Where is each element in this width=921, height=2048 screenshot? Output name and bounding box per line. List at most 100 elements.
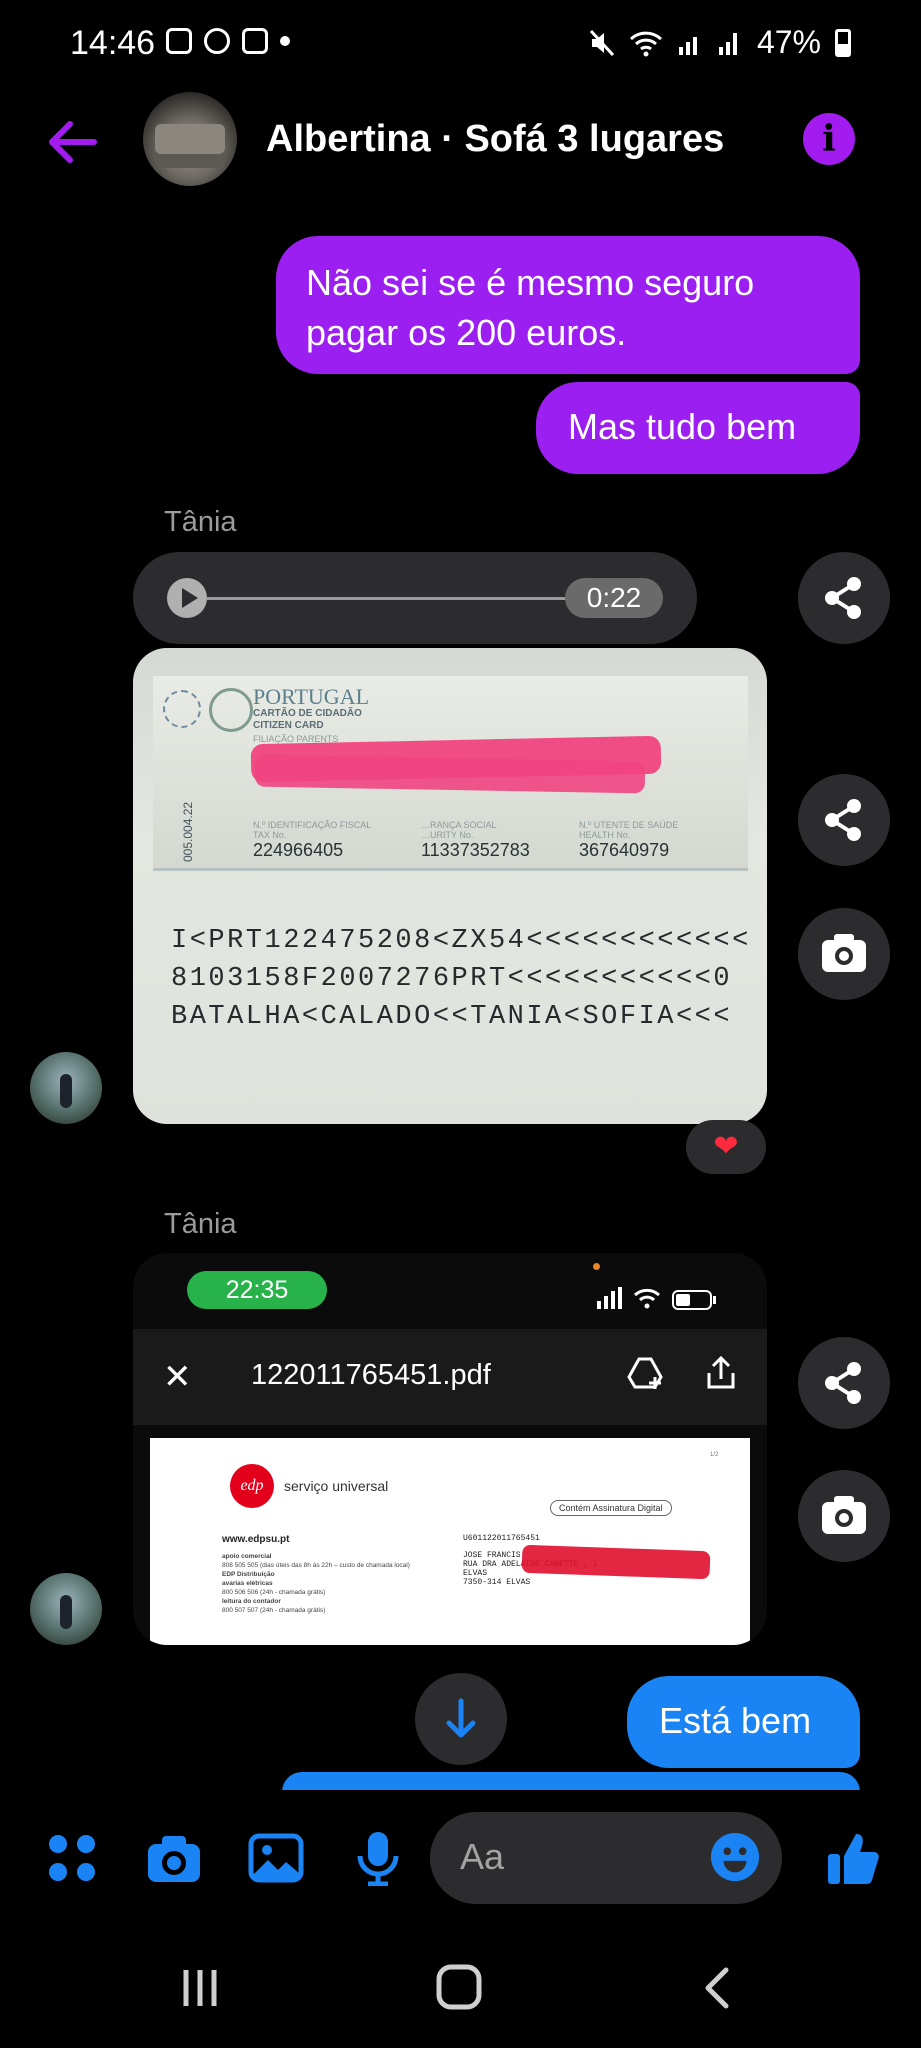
pdf-filename: 122011765451.pdf (251, 1359, 491, 1391)
outgoing-message[interactable]: Está bem (627, 1676, 860, 1768)
info-icon[interactable]: i (803, 113, 855, 165)
upload-share-icon (707, 1355, 735, 1389)
wifi-icon (629, 31, 662, 56)
card-type-en: CITIZEN CARD (253, 720, 324, 731)
contact-line: 800 507 507 (24h - chamada grátis) (222, 1607, 326, 1614)
contact-lines: apoio comercial 808 505 505 (dias úteis … (222, 1552, 410, 1615)
social-label: …RANÇA SOCIAL (421, 820, 497, 830)
contact-line: apoio comercial (222, 1553, 272, 1560)
message-input-placeholder: Aa (460, 1836, 505, 1877)
close-icon: ✕ (163, 1358, 192, 1396)
signal-icon (678, 36, 697, 55)
contact-line: leitura do contador (222, 1598, 281, 1605)
camera-button[interactable] (798, 908, 890, 1000)
battery-percent: 47% (756, 24, 821, 60)
conversation-title[interactable]: Albertina · Sofá 3 lugares (266, 118, 724, 161)
mrz-line: BATALHA<CALADO<<TANIA<SOFIA<<< (171, 1002, 733, 1032)
image-message-id-card[interactable]: PORTUGAL CARTÃO DE CIDADÃO CITIZEN CARD … (133, 648, 767, 1124)
mute-icon (589, 29, 615, 56)
scroll-to-bottom-button[interactable] (415, 1673, 507, 1765)
card-side-code: 005.004.22 (181, 801, 195, 862)
system-navigation-bar (0, 1940, 921, 2048)
audio-message[interactable]: 0:22 (133, 552, 697, 644)
redaction-mark (254, 754, 646, 794)
gallery-icon[interactable] (248, 1830, 304, 1886)
sender-name: Tânia (164, 506, 237, 538)
account-number: U601122011765451 (463, 1534, 540, 1543)
apps-menu-icon[interactable] (44, 1830, 100, 1886)
health-label-en: HEALTH No. (579, 830, 631, 840)
social-number: 11337352783 (421, 840, 530, 860)
drive-add-icon (627, 1357, 663, 1389)
home-icon[interactable] (434, 1962, 484, 2012)
status-bar: 14:46 47% (0, 0, 921, 86)
health-number: 367640979 (579, 840, 670, 860)
contact-line: EDP Distribuição (222, 1571, 275, 1578)
emoji-icon[interactable] (710, 1832, 760, 1882)
signature-badge: Contém Assinatura Digital (550, 1500, 672, 1516)
health-label: N.º UTENTE DE SAÚDE (579, 820, 679, 830)
contact-line: avarias elétricas (222, 1580, 273, 1587)
message-input[interactable]: Aa (430, 1812, 782, 1904)
sender-avatar[interactable] (30, 1052, 102, 1124)
page-number: 1/2 (710, 1452, 719, 1458)
privacy-dot-icon (593, 1263, 600, 1270)
status-time: 14:46 (70, 24, 156, 62)
tax-field: N.º IDENTIFICAÇÃO FISCAL TAX No. 2249664… (253, 820, 371, 861)
status-right: 47% (589, 24, 851, 61)
microphone-icon[interactable] (350, 1830, 406, 1886)
contact-line: 800 506 506 (24h - chamada grátis) (222, 1589, 326, 1596)
phone-status-time: 22:35 (187, 1271, 327, 1309)
contact-avatar[interactable] (143, 92, 237, 186)
card-front-top: PORTUGAL CARTÃO DE CIDADÃO CITIZEN CARD … (153, 676, 748, 871)
mrz-line: 8103158F2007276PRT<<<<<<<<<<<0 (171, 964, 733, 994)
health-field: N.º UTENTE DE SAÚDE HEALTH No. 367640979 (579, 820, 678, 861)
card-country: PORTUGAL (253, 684, 370, 709)
audio-progress-track[interactable] (207, 597, 599, 600)
tax-label-en: TAX No. (253, 830, 287, 840)
image-message-pdf[interactable]: 22:35 ✕ 122011765451.pdf 1/2 edp serviço… (133, 1253, 767, 1645)
card-type-pt: CARTÃO DE CIDADÃO (253, 708, 362, 719)
audio-duration: 0:22 (565, 578, 663, 618)
battery-icon (835, 28, 851, 57)
social-field: …RANÇA SOCIAL …URITY No. 11337352783 (421, 820, 530, 861)
camera-button[interactable] (798, 1470, 890, 1562)
signal-roaming-icon (718, 32, 737, 55)
recent-apps-icon[interactable] (176, 1964, 224, 2012)
back-nav-icon[interactable] (698, 1964, 738, 2012)
camera-icon[interactable] (146, 1830, 202, 1886)
share-button[interactable] (798, 552, 890, 644)
sender-avatar[interactable] (30, 1573, 102, 1645)
app-notification-icon (242, 28, 268, 54)
share-button[interactable] (798, 1337, 890, 1429)
camera-icon (822, 1496, 866, 1534)
tax-label: N.º IDENTIFICAÇÃO FISCAL (253, 820, 372, 830)
message-composer: Aa (0, 1790, 921, 1930)
more-notifications-icon (280, 36, 290, 46)
outgoing-message-partial[interactable] (282, 1772, 860, 1792)
share-icon (825, 799, 861, 841)
gallery-icon (166, 28, 192, 54)
brand-website: www.edpsu.pt (222, 1534, 290, 1545)
arrow-down-icon (446, 1698, 476, 1738)
whatsapp-icon (204, 28, 230, 54)
share-button[interactable] (798, 774, 890, 866)
outgoing-message[interactable]: Não sei se é mesmo seguro pagar os 200 e… (276, 236, 860, 374)
camera-icon (822, 934, 866, 972)
thumbs-up-icon[interactable] (826, 1830, 882, 1886)
sender-name: Tânia (164, 1208, 237, 1240)
tax-number: 224966405 (253, 840, 344, 860)
mrz-line: I<PRT122475208<ZX54<<<<<<<<<<<< (171, 926, 751, 956)
brand-name: serviço universal (284, 1478, 389, 1494)
reaction-heart[interactable]: ❤ (686, 1120, 766, 1174)
card-type: CARTÃO DE CIDADÃO CITIZEN CARD (253, 708, 362, 732)
arrow-left-icon[interactable] (44, 114, 100, 170)
share-icon (825, 1362, 861, 1404)
notification-icons (166, 28, 290, 54)
pdf-page: 1/2 edp serviço universal www.edpsu.pt a… (150, 1438, 750, 1645)
play-icon[interactable] (167, 578, 207, 618)
card-mrz: I<PRT122475208<ZX54<<<<<<<<<<<< 8103158F2… (171, 922, 751, 1036)
contact-line: 808 505 505 (dias úteis das 8h às 22h – … (222, 1562, 410, 1569)
edp-logo: edp (230, 1464, 274, 1508)
outgoing-message[interactable]: Mas tudo bem (536, 382, 860, 474)
